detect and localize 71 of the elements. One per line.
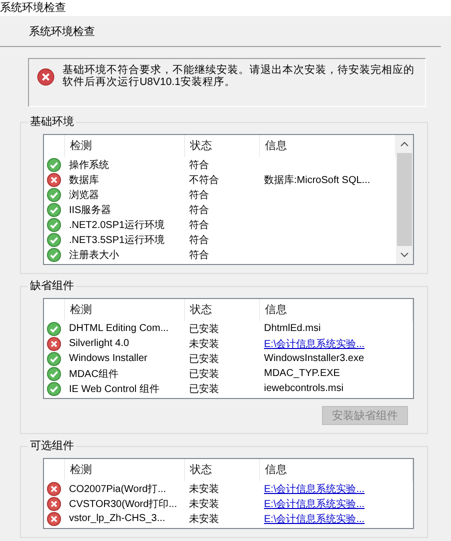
check-name: Silverlight 4.0 xyxy=(68,338,130,349)
check-name: DHTML Editing Com... xyxy=(68,323,170,334)
check-name: IE Web Control 组件 xyxy=(68,382,160,396)
check-icon xyxy=(47,382,61,396)
check-name: 浏览器 xyxy=(68,188,100,202)
check-name: 数据库 xyxy=(68,174,100,186)
column-header[interactable]: 信息 xyxy=(260,299,413,321)
file-link[interactable]: E:\会计信息系统实验... xyxy=(264,484,365,494)
scroll-down-icon[interactable] xyxy=(400,252,409,258)
column-header[interactable]: 状态 xyxy=(185,135,260,157)
check-icon xyxy=(47,352,61,366)
info-text: 数据库:MicroSoft SQL... xyxy=(264,174,370,186)
check-name: 注册表大小 xyxy=(68,248,120,262)
check-icon xyxy=(47,232,61,246)
error-icon xyxy=(47,336,61,350)
status-text: 已安装 xyxy=(188,368,220,380)
check-icon xyxy=(47,188,61,202)
status-text: 不符合 xyxy=(188,174,220,186)
info-text: MDAC_TYP.EXE xyxy=(264,368,340,379)
column-header[interactable]: 状态 xyxy=(185,299,260,321)
error-message: 基础环境不符合要求，不能继续安装。请退出本次安装，待安装完相应的软件后再次运行U8V10.1安装程序。 xyxy=(62,64,416,88)
scrollbar[interactable] xyxy=(396,135,413,264)
status-text: 未安装 xyxy=(188,338,220,350)
check-name: 操作系统 xyxy=(68,158,110,172)
check-icon xyxy=(47,248,61,262)
window-title: 系统环境检查 xyxy=(0,0,451,16)
column-header[interactable]: 检测 xyxy=(65,135,185,157)
error-icon xyxy=(47,482,61,496)
check-name: CVSTOR30(Word打印... xyxy=(68,498,178,510)
status-text: 已安装 xyxy=(188,382,220,396)
status-text: 符合 xyxy=(188,158,210,172)
status-text: 未安装 xyxy=(188,498,220,510)
column-header[interactable]: 信息 xyxy=(260,459,413,481)
status-text: 符合 xyxy=(188,248,210,262)
info-text: WindowsInstaller3.exe xyxy=(264,353,364,364)
check-name: MDAC组件 xyxy=(68,368,120,380)
status-text: 符合 xyxy=(188,204,210,216)
info-text: DhtmlEd.msi xyxy=(264,323,321,334)
status-text: 符合 xyxy=(188,234,210,246)
status-text: 未安装 xyxy=(188,512,220,526)
group-title: 缺省组件 xyxy=(28,280,76,292)
check-name: vstor_lp_Zh-CHS_3... xyxy=(68,513,166,524)
page-header: 系统环境检查 xyxy=(29,24,95,38)
status-text: 未安装 xyxy=(188,482,220,496)
check-name: CO2007Pia(Word打... xyxy=(68,482,168,496)
info-text: iewebcontrols.msi xyxy=(264,383,344,394)
column-header[interactable]: 检测 xyxy=(65,299,185,321)
group-title: 可选组件 xyxy=(28,440,76,452)
file-link[interactable]: E:\会计信息系统实验... xyxy=(264,498,365,510)
scroll-up-icon[interactable] xyxy=(400,141,409,147)
file-link[interactable]: E:\会计信息系统实验... xyxy=(264,338,365,350)
error-icon xyxy=(47,512,61,526)
check-icon xyxy=(47,366,61,380)
check-icon xyxy=(47,202,61,216)
file-link[interactable]: E:\会计信息系统实验... xyxy=(264,514,365,524)
check-icon xyxy=(47,218,61,232)
check-icon xyxy=(47,322,61,336)
check-name: IIS服务器 xyxy=(68,204,112,216)
group-title: 基础环境 xyxy=(28,116,76,128)
check-name: .NET3.5SP1运行环境 xyxy=(68,234,166,246)
column-header[interactable]: 状态 xyxy=(185,459,260,481)
status-text: 已安装 xyxy=(188,322,220,336)
error-icon xyxy=(47,496,61,510)
check-name: Windows Installer xyxy=(68,353,148,364)
check-icon xyxy=(47,158,61,172)
column-header[interactable]: 检测 xyxy=(65,459,185,481)
status-text: 已安装 xyxy=(188,352,220,366)
status-text: 符合 xyxy=(188,218,210,232)
status-text: 符合 xyxy=(188,188,210,202)
error-icon xyxy=(47,172,61,186)
check-name: .NET2.0SP1运行环境 xyxy=(68,218,166,232)
